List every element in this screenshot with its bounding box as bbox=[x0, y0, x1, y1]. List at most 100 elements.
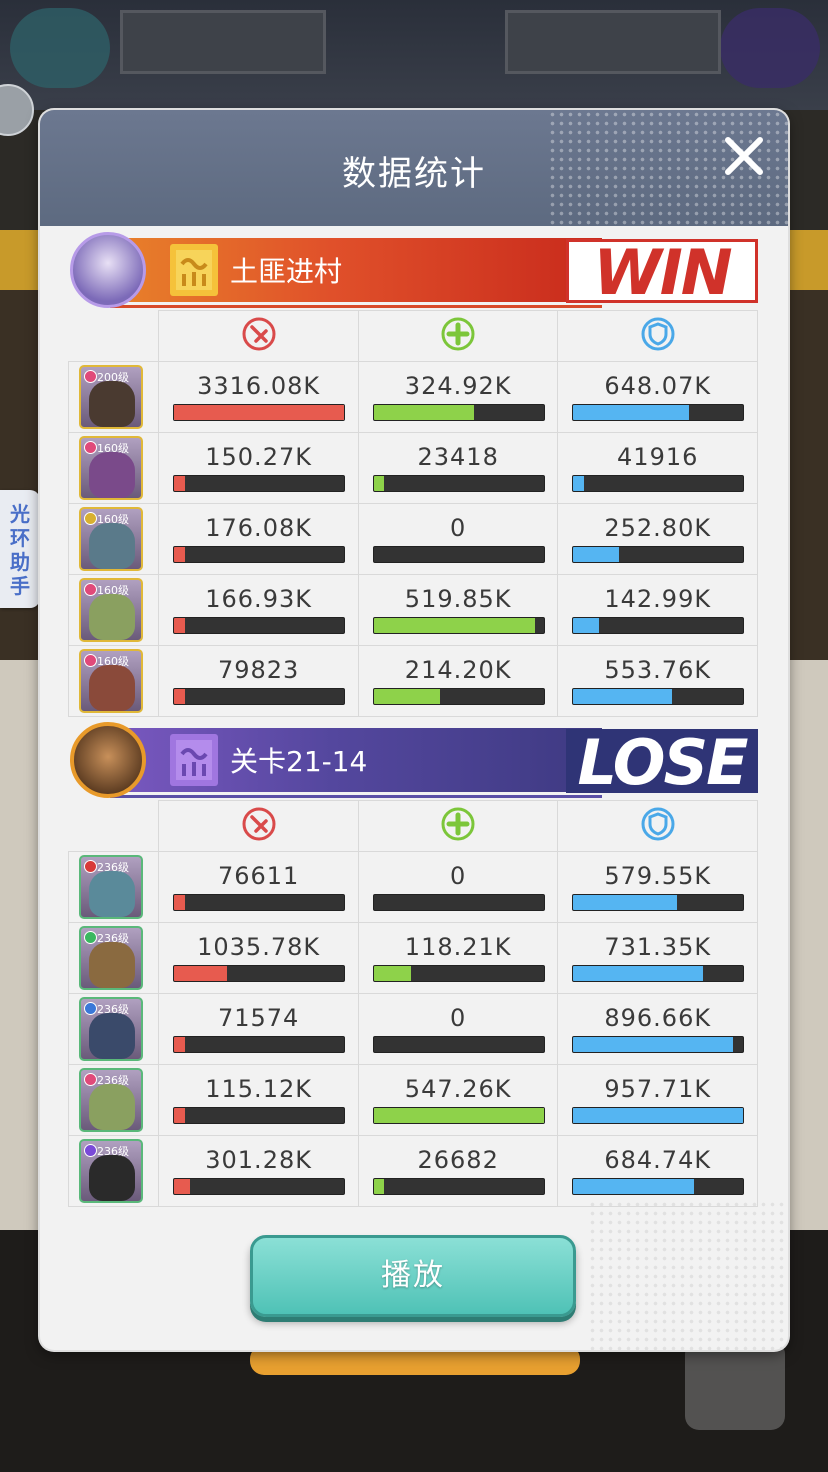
hero-cell: 236级 bbox=[67, 1135, 160, 1207]
hero-class-icon bbox=[84, 583, 97, 596]
defense-value: 957.71K bbox=[604, 1075, 712, 1103]
damage-cell: 76611 bbox=[158, 851, 359, 923]
hero-level: 200级 bbox=[97, 371, 129, 384]
background-health-bar bbox=[120, 10, 326, 74]
defense-value: 41916 bbox=[617, 443, 699, 471]
hero-portrait[interactable]: 236级 bbox=[79, 997, 143, 1061]
hero-portrait[interactable]: 160级 bbox=[79, 649, 143, 713]
play-button[interactable]: 播放 bbox=[250, 1235, 576, 1317]
damage-bar bbox=[173, 1107, 346, 1124]
damage-value: 150.27K bbox=[205, 443, 312, 471]
defense-cell: 731.35K bbox=[557, 922, 758, 994]
footer-pattern bbox=[588, 1200, 788, 1350]
defense-cell: 648.07K bbox=[557, 361, 758, 433]
defense-bar-fill bbox=[573, 476, 584, 491]
heal-bar-fill bbox=[373, 618, 536, 633]
hero-face bbox=[89, 1155, 135, 1201]
heal-bar-fill bbox=[373, 1108, 544, 1123]
hero-portrait[interactable]: 236级 bbox=[79, 926, 143, 990]
stats-dialog: 数据统计 土匪进村 WIN 200级 3316.08K 324.92K 648.… bbox=[40, 110, 788, 1350]
damage-bar bbox=[173, 1178, 346, 1195]
hero-portrait[interactable]: 236级 bbox=[79, 1068, 143, 1132]
hero-stat-row: 160级 79823 214.20K 553.76K bbox=[67, 645, 758, 717]
hero-portrait[interactable]: 160级 bbox=[79, 507, 143, 571]
hero-stat-row: 160级 166.93K 519.85K 142.99K bbox=[67, 574, 758, 646]
hero-stat-row: 236级 301.28K 26682 684.74K bbox=[67, 1135, 758, 1207]
heal-value: 23418 bbox=[417, 443, 499, 471]
hero-portrait[interactable]: 160级 bbox=[79, 436, 143, 500]
heal-cell: 519.85K bbox=[357, 574, 559, 646]
damage-value: 3316.08K bbox=[197, 372, 321, 400]
heal-cell: 26682 bbox=[357, 1135, 559, 1207]
damage-cell: 301.28K bbox=[158, 1135, 359, 1207]
damage-bar-fill bbox=[174, 1037, 185, 1052]
background-emblem bbox=[720, 8, 820, 88]
defense-bar bbox=[572, 1107, 745, 1124]
hero-level: 236级 bbox=[97, 1003, 129, 1016]
hero-class-icon bbox=[84, 654, 97, 667]
heal-bar bbox=[372, 1178, 545, 1195]
heal-value: 547.26K bbox=[404, 1075, 512, 1103]
hero-portrait[interactable]: 160级 bbox=[79, 578, 143, 642]
damage-cell: 115.12K bbox=[158, 1064, 359, 1136]
side-helper-tab[interactable]: 光环助手 bbox=[0, 490, 40, 608]
background-health-bar bbox=[505, 10, 721, 74]
defense-bar-fill bbox=[573, 618, 599, 633]
hero-cell: 160级 bbox=[67, 574, 160, 646]
heal-value: 519.85K bbox=[404, 585, 512, 613]
hero-portrait[interactable]: 236级 bbox=[79, 1139, 143, 1203]
heal-bar-fill bbox=[373, 689, 441, 704]
heal-cell: 23418 bbox=[357, 432, 559, 504]
defense-value: 731.35K bbox=[604, 933, 712, 961]
heal-cell: 118.21K bbox=[357, 922, 559, 994]
hero-face bbox=[89, 1013, 135, 1059]
hero-portrait[interactable]: 236级 bbox=[79, 855, 143, 919]
hero-portrait[interactable]: 200级 bbox=[79, 365, 143, 429]
defense-bar bbox=[572, 1178, 745, 1195]
background-robot-icon bbox=[685, 1340, 785, 1430]
result-badge-lose: LOSE bbox=[566, 729, 758, 793]
defense-cell: 579.55K bbox=[557, 851, 758, 923]
defense-cell: 142.99K bbox=[557, 574, 758, 646]
heal-icon bbox=[441, 317, 475, 351]
damage-bar bbox=[173, 404, 346, 421]
hero-face bbox=[89, 594, 135, 640]
team-leader-avatar bbox=[70, 232, 146, 308]
dialog-header: 数据统计 bbox=[40, 110, 788, 226]
hero-class-icon bbox=[84, 1002, 97, 1015]
hero-level: 236级 bbox=[97, 1074, 129, 1087]
damage-bar-fill bbox=[174, 1108, 185, 1123]
hero-face bbox=[89, 942, 135, 988]
hero-stat-row: 236级 1035.78K 118.21K 731.35K bbox=[67, 922, 758, 994]
close-icon[interactable] bbox=[722, 134, 766, 178]
attack-icon bbox=[242, 807, 276, 841]
defense-bar-fill bbox=[573, 895, 678, 910]
team-banner-lose: 关卡21-14 bbox=[110, 728, 602, 798]
defense-cell: 896.66K bbox=[557, 993, 758, 1065]
shield-icon bbox=[641, 807, 675, 841]
hero-cell: 160级 bbox=[67, 645, 160, 717]
defense-bar bbox=[572, 404, 745, 421]
hero-face bbox=[89, 1084, 135, 1130]
defense-bar-fill bbox=[573, 405, 690, 420]
heal-value: 324.92K bbox=[404, 372, 512, 400]
damage-bar-fill bbox=[174, 547, 185, 562]
banner-underline bbox=[110, 305, 602, 308]
damage-bar bbox=[173, 688, 346, 705]
hero-cell: 200级 bbox=[67, 361, 160, 433]
heal-cell: 0 bbox=[357, 503, 559, 575]
hero-class-icon bbox=[84, 1144, 97, 1157]
heal-cell: 547.26K bbox=[357, 1064, 559, 1136]
damage-cell: 176.08K bbox=[158, 503, 359, 575]
heal-bar bbox=[372, 965, 545, 982]
defense-cell: 957.71K bbox=[557, 1064, 758, 1136]
hero-class-icon bbox=[84, 860, 97, 873]
background-decor bbox=[786, 230, 828, 290]
defense-bar bbox=[572, 1036, 745, 1053]
hero-cell: 236级 bbox=[67, 1064, 160, 1136]
heal-value: 0 bbox=[450, 514, 467, 542]
dialog-title: 数据统计 bbox=[342, 154, 486, 194]
damage-value: 76611 bbox=[217, 862, 300, 890]
defense-bar bbox=[572, 894, 745, 911]
flag-icon bbox=[170, 734, 218, 786]
